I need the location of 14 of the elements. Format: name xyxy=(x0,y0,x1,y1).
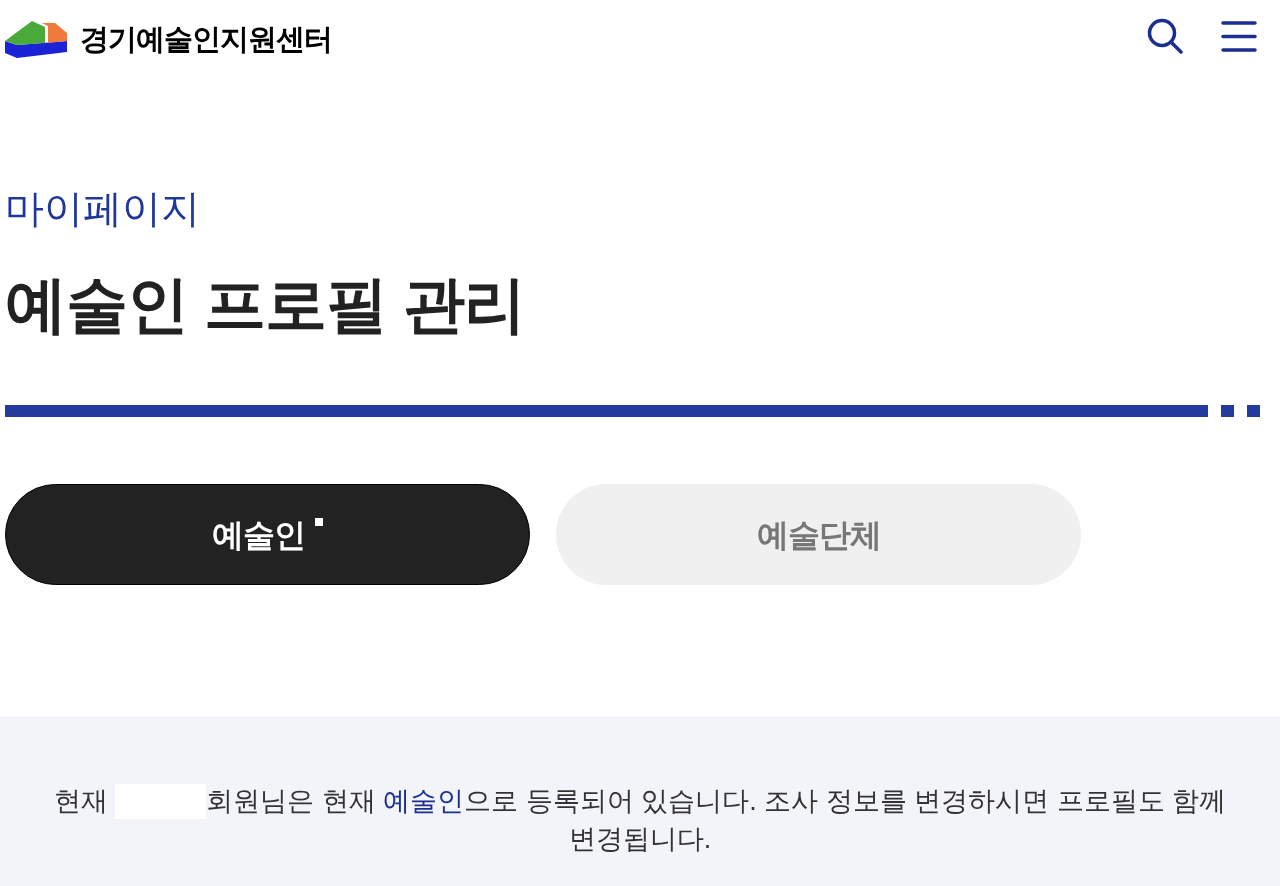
selected-marker-icon xyxy=(315,518,323,526)
profile-type-tab[interactable]: 예술단체 xyxy=(556,484,1081,585)
notice-text: 회원님은 현재 xyxy=(206,785,377,818)
notice-text: 으로 등록되어 있습니다. 조사 정보를 변경하시면 프로필도 함께 xyxy=(464,785,1227,818)
logo-text[interactable]: 경기예술인지원센터 xyxy=(80,24,332,54)
highlighted-text: 예술인 xyxy=(383,785,465,818)
notice-text: 변경됩니다. xyxy=(568,823,712,856)
breadcrumb-text: 마이페이지 xyxy=(5,187,200,230)
search-icon[interactable] xyxy=(1147,18,1183,54)
profile-type-tab[interactable]: 예술인 xyxy=(5,484,530,585)
menu-icon[interactable] xyxy=(1221,20,1257,52)
notice-text: 현재 xyxy=(53,785,109,818)
logo-icon xyxy=(5,20,67,58)
page-title: 예술인 프로필 관리 xyxy=(5,269,526,341)
